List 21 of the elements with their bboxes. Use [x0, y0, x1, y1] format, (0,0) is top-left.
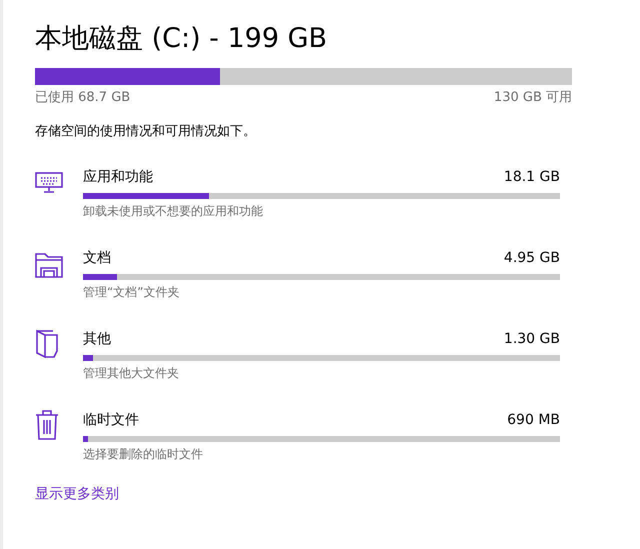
category-name: 文档 — [83, 249, 111, 268]
free-label: 130 GB 可用 — [494, 89, 572, 107]
category-size: 18.1 GB — [504, 168, 560, 187]
folder-icon — [35, 252, 63, 278]
category-link[interactable]: 管理“文档”文件夹 — [83, 284, 180, 301]
category-name: 应用和功能 — [83, 168, 153, 187]
category-size: 690 MB — [507, 411, 560, 430]
drive-title: 本地磁盘 (C:) - 199 GB — [35, 22, 328, 56]
category-name: 其他 — [83, 330, 111, 349]
category-link[interactable]: 管理其他大文件夹 — [83, 365, 179, 382]
category-size: 4.95 GB — [504, 249, 560, 268]
category-name: 临时文件 — [83, 411, 139, 430]
description-text: 存储空间的使用情况和可用情况如下。 — [35, 123, 257, 141]
category-size: 1.30 GB — [504, 330, 560, 349]
trash-icon — [35, 410, 59, 440]
document-icon — [35, 329, 59, 359]
category-link[interactable]: 选择要删除的临时文件 — [83, 446, 203, 463]
show-more-link[interactable]: 显示更多类别 — [35, 485, 119, 503]
monitor-icon — [35, 171, 63, 195]
category-link[interactable]: 卸载未使用或不想要的应用和功能 — [83, 203, 263, 220]
used-label: 已使用 68.7 GB — [35, 89, 130, 107]
